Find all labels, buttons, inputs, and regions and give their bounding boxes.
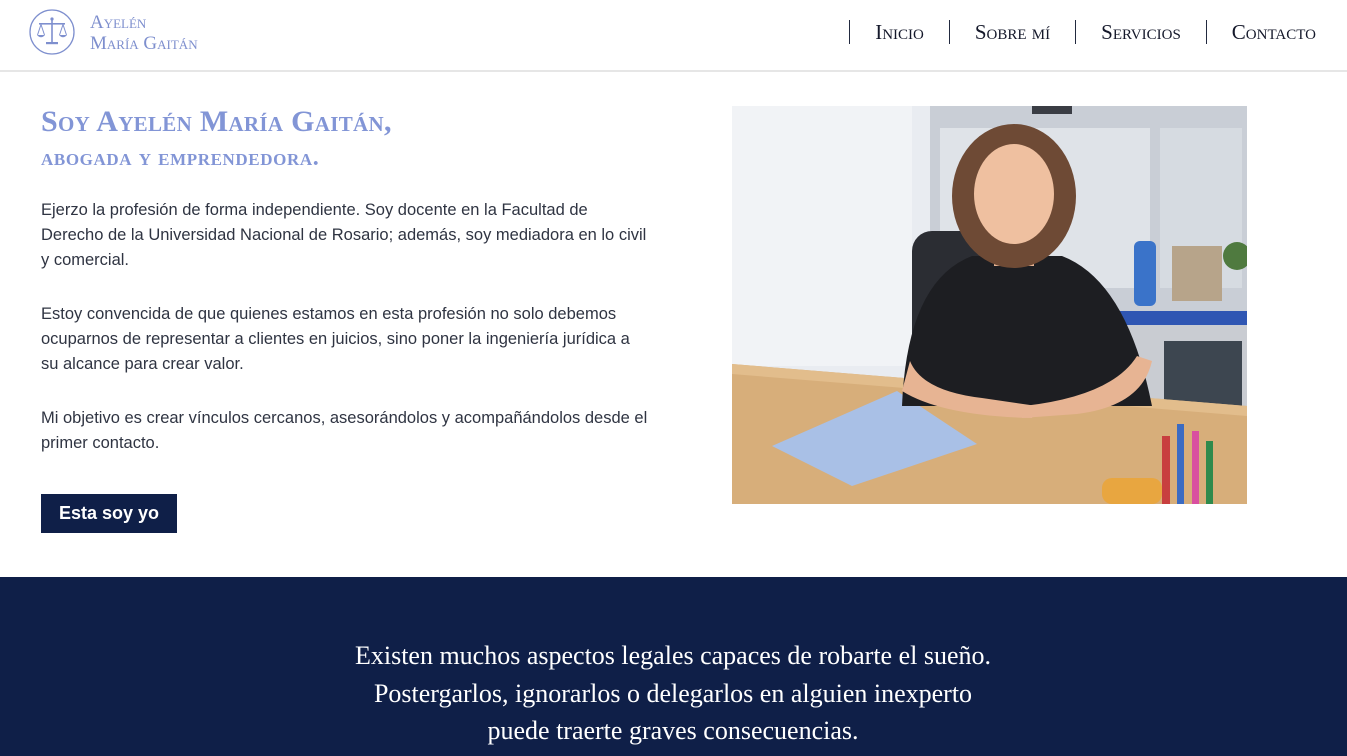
banner-line-3: puede traerte graves consecuencias. [487,716,859,745]
portrait-image [732,106,1247,504]
site-header: Ayelén María Gaitán Inicio Sobre mí Serv… [0,0,1347,72]
scales-of-justice-icon [29,9,75,55]
logo-line-1: Ayelén [90,12,147,33]
banner-line-2: Postergarlos, ignorarlos o delegarlos en… [373,678,973,708]
site-logo[interactable]: Ayelén María Gaitán [28,8,228,58]
banner-line-1: Existen muchos aspectos legales capaces … [354,641,992,670]
main-nav: Inicio Sobre mí Servicios Contacto [849,19,1316,45]
intro-title: Soy Ayelén María Gaitán, [41,105,392,138]
nav-item-servicios[interactable]: Servicios [1076,19,1206,45]
logo-line-2: María Gaitán [90,33,198,54]
portrait-photo [732,106,1247,504]
banner-text: Existen muchos aspectos legales capaces … [173,637,1173,750]
esta-soy-yo-button[interactable]: Esta soy yo [41,494,177,533]
quote-banner: Existen muchos aspectos legales capaces … [0,577,1347,756]
nav-item-sobre-mi[interactable]: Sobre mí [950,19,1075,45]
logo-text: Ayelén María Gaitán [90,12,230,54]
intro-subtitle: abogada y emprendedora. [41,145,320,171]
intro-paragraph-3: Mi objetivo es crear vínculos cercanos, … [41,409,648,452]
intro-paragraph-2: Estoy convencida de que quienes estamos … [41,305,630,373]
nav-item-inicio[interactable]: Inicio [850,19,949,45]
intro-paragraph-1: Ejerzo la profesión de forma independien… [41,201,647,269]
nav-item-contacto[interactable]: Contacto [1207,19,1316,45]
